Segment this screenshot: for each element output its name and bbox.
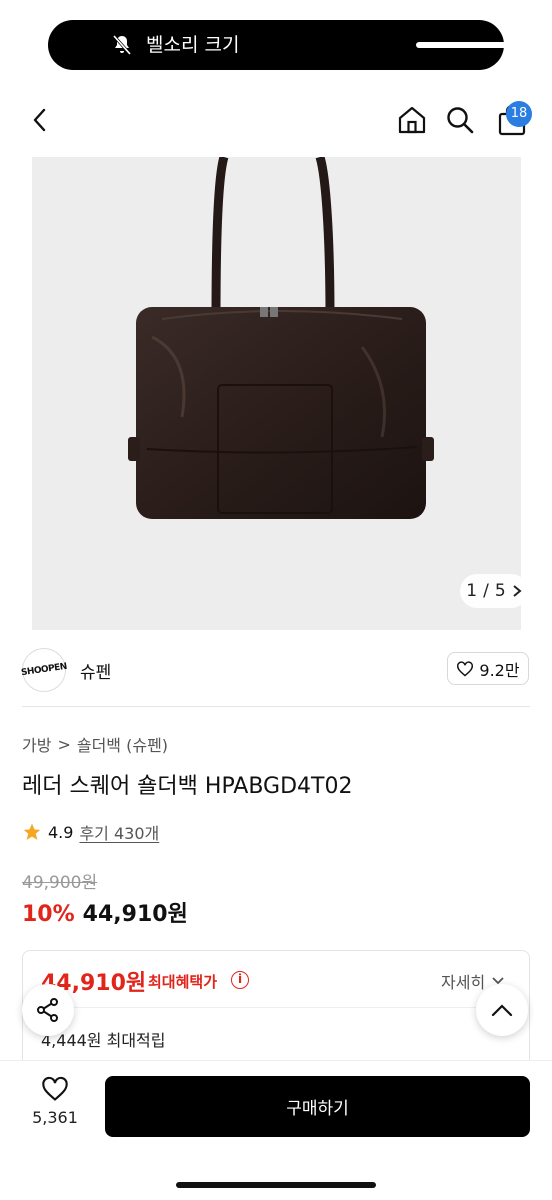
product-image-gallery[interactable] — [32, 157, 521, 630]
chevron-up-icon — [491, 1004, 513, 1017]
cart-count-badge: 18 — [506, 101, 532, 127]
share-button[interactable] — [22, 984, 74, 1036]
star-icon — [23, 823, 41, 840]
breadcrumb-category[interactable]: 가방 — [22, 732, 51, 756]
discount-rate: 10% — [22, 902, 75, 927]
review-count-link[interactable]: 후기 430개 — [79, 820, 159, 844]
bell-mute-icon — [112, 35, 132, 55]
share-icon — [37, 998, 58, 1022]
info-icon[interactable]: i — [231, 971, 249, 989]
product-title: 레더 스퀘어 숄더백 HPABGD4T02 — [22, 774, 353, 799]
price-row: 10% 44,910원 — [22, 896, 188, 928]
wishlist-count: 5,361 — [32, 1108, 78, 1127]
breadcrumb: 가방 > 숄더백 (슈펜) — [22, 732, 168, 756]
rating-row: 4.9 후기 430개 — [22, 820, 159, 844]
pager-current: 1 — [466, 581, 478, 601]
pager-sep: / — [483, 581, 489, 601]
sale-price: 44,910원 — [82, 902, 188, 927]
volume-bar[interactable] — [416, 42, 530, 48]
pager-total: 5 — [494, 581, 506, 601]
wishlist-button[interactable]: 5,361 — [22, 1076, 88, 1136]
benefit-divider — [39, 1007, 515, 1008]
home-icon — [398, 106, 426, 134]
ringer-label: 벨소리 크기 — [146, 34, 240, 56]
divider — [22, 706, 530, 707]
buy-button[interactable]: 구매하기 — [105, 1076, 530, 1137]
ringer-volume-hud: 벨소리 크기 — [48, 20, 530, 70]
brand-name[interactable]: 슈펜 — [80, 658, 111, 683]
product-image — [128, 157, 434, 519]
original-price: 49,900원 — [22, 873, 98, 893]
brand-like-button[interactable]: 9.2만 — [447, 652, 529, 685]
search-icon — [447, 107, 474, 134]
home-indicator[interactable] — [176, 1182, 376, 1188]
heart-icon — [42, 1076, 68, 1101]
scroll-top-button[interactable] — [476, 984, 528, 1036]
breadcrumb-separator: > — [57, 734, 71, 754]
back-icon — [33, 108, 46, 132]
rating-score: 4.9 — [48, 822, 74, 842]
search-button[interactable] — [440, 100, 480, 140]
gallery-pager[interactable]: 1 / 5 — [460, 574, 528, 608]
brand-logo[interactable]: SHOOPEN — [19, 645, 69, 695]
home-button[interactable] — [392, 100, 432, 140]
breadcrumb-subcategory[interactable]: 숄더백 (슈펜) — [77, 732, 168, 756]
benefit-detail-label: 자세히 — [441, 973, 486, 992]
max-benefit-label: 최대혜택가 — [148, 973, 218, 991]
heart-icon — [457, 660, 474, 677]
chevron-right-icon — [513, 585, 522, 597]
brand-logo-text: SHOOPEN — [20, 661, 68, 679]
back-button[interactable] — [20, 100, 60, 140]
brand-like-count: 9.2만 — [479, 660, 520, 680]
